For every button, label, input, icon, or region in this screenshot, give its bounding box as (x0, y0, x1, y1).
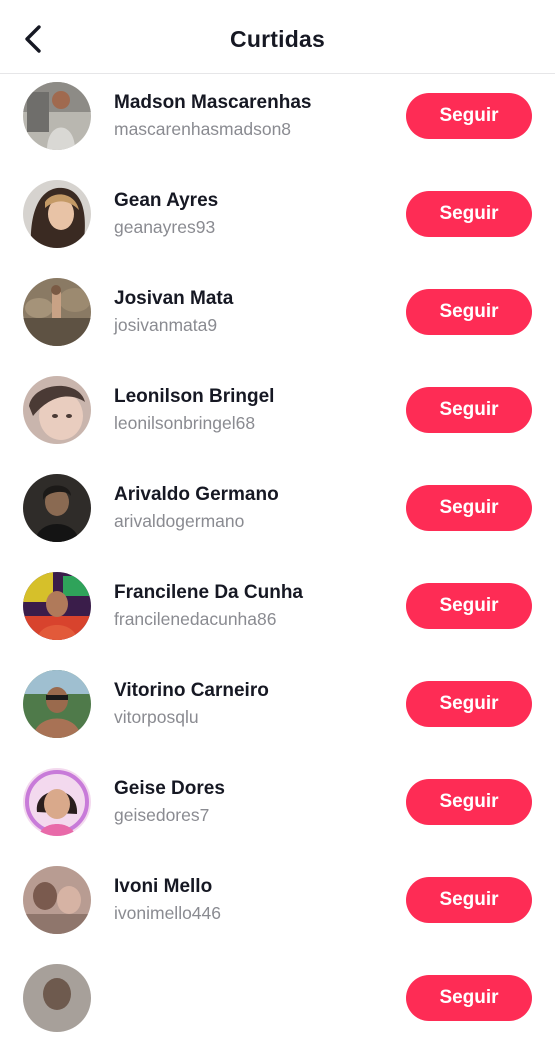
avatar[interactable] (23, 278, 91, 346)
avatar[interactable] (23, 866, 91, 934)
user-handle: ivonimello446 (114, 903, 222, 923)
avatar[interactable] (23, 670, 91, 738)
user-name[interactable]: Francilene Da Cunha (114, 582, 303, 604)
follow-button[interactable]: Seguir (406, 191, 532, 237)
follow-button[interactable]: Seguir (406, 877, 532, 923)
user-name[interactable]: Josivan Mata (114, 288, 233, 310)
user-handle: josivanmata9 (114, 315, 218, 335)
list-item[interactable]: Francilene Da Cunha francilenedacunha86 … (0, 564, 555, 662)
user-handle: vitorposqlu (114, 707, 199, 727)
follow-button[interactable]: Seguir (406, 681, 532, 727)
avatar[interactable] (23, 376, 91, 444)
user-handle: geisedores7 (114, 805, 210, 825)
list-item[interactable]: Seguir (0, 956, 555, 1054)
top-bar: Curtidas (0, 0, 555, 74)
user-handle: arivaldogermano (114, 511, 245, 531)
list-item[interactable]: Leonilson Bringel leonilsonbringel68 Seg… (0, 368, 555, 466)
user-handle: geanayres93 (114, 217, 216, 237)
user-name[interactable]: Gean Ayres (114, 190, 218, 212)
list-item[interactable]: Ivoni Mello ivonimello446 Seguir (0, 858, 555, 956)
list-item[interactable]: Gean Ayres geanayres93 Seguir (0, 172, 555, 270)
avatar[interactable] (23, 180, 91, 248)
list-item[interactable]: Arivaldo Germano arivaldogermano Seguir (0, 466, 555, 564)
follow-button[interactable]: Seguir (406, 583, 532, 629)
page-title: Curtidas (230, 26, 325, 52)
follow-button[interactable]: Seguir (406, 975, 532, 1021)
follow-button[interactable]: Seguir (406, 93, 532, 139)
user-name[interactable]: Leonilson Bringel (114, 386, 274, 408)
user-name[interactable]: Geise Dores (114, 778, 225, 800)
user-handle: mascarenhasmadson8 (114, 119, 292, 139)
list-item[interactable]: Vitorino Carneiro vitorposqlu Seguir (0, 662, 555, 760)
follow-button[interactable]: Seguir (406, 387, 532, 433)
list-item[interactable]: Madson Mascarenhas mascarenhasmadson8 Se… (0, 74, 555, 172)
avatar[interactable] (23, 474, 91, 542)
user-name[interactable]: Vitorino Carneiro (114, 680, 269, 702)
avatar[interactable] (23, 768, 91, 836)
list-item[interactable]: Geise Dores geisedores7 Seguir (0, 760, 555, 858)
follow-button[interactable]: Seguir (406, 779, 532, 825)
list-item[interactable]: Josivan Mata josivanmata9 Seguir (0, 270, 555, 368)
user-name[interactable]: Madson Mascarenhas (114, 92, 311, 114)
avatar[interactable] (23, 964, 91, 1032)
user-name[interactable]: Arivaldo Germano (114, 484, 279, 506)
avatar[interactable] (23, 82, 91, 150)
follow-button[interactable]: Seguir (406, 485, 532, 531)
user-handle: francilenedacunha86 (114, 609, 277, 629)
avatar[interactable] (23, 572, 91, 640)
user-handle: leonilsonbringel68 (114, 413, 256, 433)
follow-button[interactable]: Seguir (406, 289, 532, 335)
user-name[interactable]: Ivoni Mello (114, 876, 212, 898)
